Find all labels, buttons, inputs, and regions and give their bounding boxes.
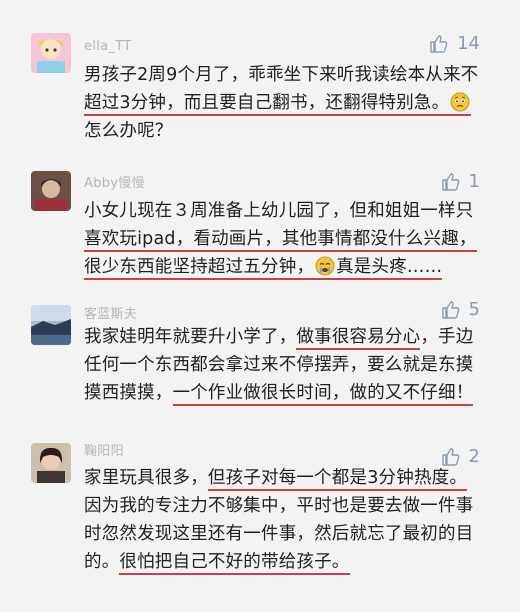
- highlighted-text: 喜欢玩ipad，看动画片，其他事情都没什么兴趣，: [84, 229, 477, 252]
- comment-text: 男孩子2周9个月了，乖乖坐下来听我读绘本从来不 超过3分钟，而且要自己翻书，还翻…: [84, 65, 479, 141]
- like-button[interactable]: 1: [441, 171, 480, 193]
- highlighted-text: 一个作业做很长时间，做的又不仔细！: [172, 383, 474, 406]
- username[interactable]: 客蓝斯夫: [84, 307, 137, 323]
- like-count: 1: [468, 171, 480, 192]
- thumbs-up-icon: [441, 172, 461, 192]
- like-button[interactable]: 5: [441, 299, 480, 321]
- highlighted-text: 很少东西能坚持超过五分钟， 真是头疼……: [84, 256, 443, 280]
- like-count: 14: [457, 33, 480, 54]
- username[interactable]: 鞠阳阳: [84, 444, 124, 460]
- like-button[interactable]: 14: [429, 33, 480, 55]
- comment-text: 我家娃明年就要升小学了，做事很容易分心，手边 任何一个东西都会拿过来不停摆弄，要…: [84, 323, 484, 407]
- highlighted-text: 超过3分钟，而且要自己翻书，还翻得特别急。: [84, 92, 472, 116]
- username[interactable]: ella_TT: [84, 39, 131, 55]
- highlighted-text: 做事很容易分心: [296, 327, 421, 350]
- avatar[interactable]: [31, 443, 71, 483]
- highlighted-text: 很怕把自己不好的带给孩子。: [119, 552, 350, 575]
- thumbs-up-icon: [441, 300, 461, 320]
- like-count: 5: [468, 299, 480, 320]
- avatar[interactable]: [31, 171, 71, 211]
- avatar[interactable]: [31, 305, 71, 345]
- username[interactable]: Abby慢慢: [84, 176, 145, 192]
- crying-face-emoji: [315, 256, 335, 276]
- comment-text: 小女儿现在３周准备上幼儿园了，但和姐姐一样只 喜欢玩ipad，看动画片，其他事情…: [84, 197, 484, 281]
- thumbs-up-icon: [429, 34, 449, 54]
- worried-face-emoji: [450, 92, 470, 112]
- comment-text: 家里玩具很多，但孩子对每一个都是3分钟热度。 因为我的专注力不够集中，平时也是要…: [84, 464, 484, 576]
- comment-feed: ella_TT 14 男孩子2周9个月了，乖乖坐下来听我读绘本从来不 超过3分钟…: [0, 0, 520, 612]
- avatar[interactable]: [31, 33, 71, 73]
- highlighted-text: 但孩子对每一个都是3分钟热度。: [207, 468, 468, 491]
